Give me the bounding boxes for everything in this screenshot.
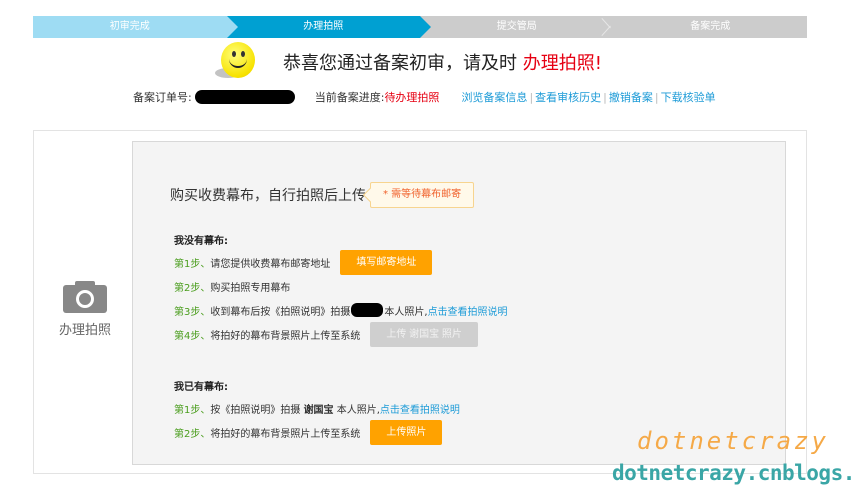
step-number: 第3步、: [174, 306, 211, 318]
name-redacted: [351, 303, 384, 317]
step-text: 本人照片,: [333, 404, 380, 416]
step-text: 按《拍照说明》拍摄: [210, 404, 304, 416]
step-photo: 办理拍照: [226, 16, 431, 38]
download-verification-form-link[interactable]: 下载核验单: [661, 89, 716, 105]
step-label: 办理拍照: [303, 21, 344, 32]
progress-label: 当前备案进度:: [314, 91, 385, 104]
smiley-icon: [215, 42, 255, 82]
step-text: 购买拍照专用幕布: [210, 282, 291, 294]
list-item: 第1步、 按《拍照说明》拍摄 谢国宝 本人照片, 点击查看拍照说明: [174, 396, 460, 420]
step-submit: 提交管局: [420, 16, 614, 38]
photo-instructions-panel: 购买收费幕布，自行拍照后上传 * 需等待幕布邮寄 我没有幕布: 第1步、 请您提…: [132, 141, 786, 465]
step-number: 第2步、: [174, 282, 211, 294]
step-number: 第4步、: [174, 330, 211, 342]
view-review-history-link[interactable]: 查看审核历史: [535, 89, 601, 105]
step-label: 提交管局: [496, 21, 537, 32]
watermark-title: dotnetcrazy: [637, 427, 829, 455]
photo-section: 办理拍照 购买收费幕布，自行拍照后上传 * 需等待幕布邮寄 我没有幕布: 第1步…: [33, 130, 807, 474]
step-text: 收到幕布后按《拍照说明》拍摄: [210, 306, 351, 318]
cancel-filing-link[interactable]: 撤销备案: [609, 89, 653, 105]
order-number-redacted: [194, 90, 295, 104]
no-screen-heading: 我没有幕布:: [174, 236, 228, 247]
list-item: 第3步、 收到幕布后按《拍照说明》拍摄 本人照片, 点击查看拍照说明: [174, 298, 508, 322]
have-screen-section: 我已有幕布: 第1步、 按《拍照说明》拍摄 谢国宝 本人照片, 点击查看拍照说明…: [174, 380, 460, 445]
step-label: 初审完成: [109, 21, 150, 32]
upload-named-photo-button[interactable]: 上传 谢国宝 照片: [370, 321, 478, 347]
headline-main: 恭喜您通过备案初审，请及时: [283, 53, 517, 74]
upload-photo-button[interactable]: 上传照片: [370, 419, 443, 445]
list-item: 第4步、 将拍好的幕布背景照片上传至系统 上传 谢国宝 照片: [174, 321, 508, 347]
progress-status: 待办理拍照: [384, 91, 440, 104]
divider: |: [654, 90, 659, 104]
divider: |: [529, 90, 534, 104]
watermark-url: dotnetcrazy.cnblogs.com: [612, 461, 852, 485]
headline: 恭喜您通过备案初审，请及时 办理拍照!: [215, 42, 602, 82]
have-screen-heading: 我已有幕布:: [174, 382, 228, 393]
camera-icon: [63, 281, 107, 313]
step-initial-review: 初审完成: [33, 16, 238, 38]
list-item: 第2步、 将拍好的幕布背景照片上传至系统 上传照片: [174, 419, 460, 445]
step-number: 第2步、: [174, 428, 211, 440]
view-filing-info-link[interactable]: 浏览备案信息: [461, 89, 527, 105]
fill-mailing-address-button[interactable]: 填写邮寄地址: [340, 249, 433, 275]
headline-highlight: 办理拍照!: [522, 53, 602, 74]
photo-instructions-link[interactable]: 点击查看拍照说明: [380, 401, 460, 416]
step-arrow: [226, 16, 238, 38]
chevron-right-icon: [603, 16, 615, 38]
headline-text: 恭喜您通过备案初审，请及时 办理拍照!: [283, 49, 602, 75]
step-text: 本人照片,: [384, 306, 428, 318]
person-name: 谢国宝: [303, 404, 334, 416]
step-text: 请您提供收费幕布邮寄地址: [210, 258, 331, 270]
order-number-label: 备案订单号:: [133, 91, 192, 104]
step-text: 将拍好的幕布背景照片上传至系统: [210, 330, 361, 342]
no-screen-section: 我没有幕布: 第1步、 请您提供收费幕布邮寄地址 填写邮寄地址 第2步、 购买拍…: [174, 234, 508, 347]
step-arrow: [420, 16, 431, 38]
step-label: 备案完成: [690, 21, 731, 32]
list-item: 第2步、 购买拍照专用幕布: [174, 274, 508, 298]
progress-steps: 初审完成 办理拍照 提交管局 备案完成: [33, 16, 807, 38]
photo-instructions-link[interactable]: 点击查看拍照说明: [428, 303, 508, 318]
panel-title: 购买收费幕布，自行拍照后上传: [170, 188, 366, 204]
list-item: 第1步、 请您提供收费幕布邮寄地址 填写邮寄地址: [174, 249, 508, 275]
photo-tab-label: 办理拍照: [58, 323, 111, 338]
step-number: 第1步、: [174, 404, 211, 416]
photo-tab: 办理拍照: [54, 281, 116, 338]
mail-wait-note: * 需等待幕布邮寄: [370, 182, 475, 208]
order-info: 备案订单号: 当前备案进度: 待办理拍照 浏览备案信息 | 查看审核历史 | 撤…: [133, 89, 716, 105]
step-text: 将拍好的幕布背景照片上传至系统: [210, 428, 361, 440]
step-number: 第1步、: [174, 258, 211, 270]
divider: |: [603, 90, 607, 104]
step-complete: 备案完成: [613, 16, 807, 38]
